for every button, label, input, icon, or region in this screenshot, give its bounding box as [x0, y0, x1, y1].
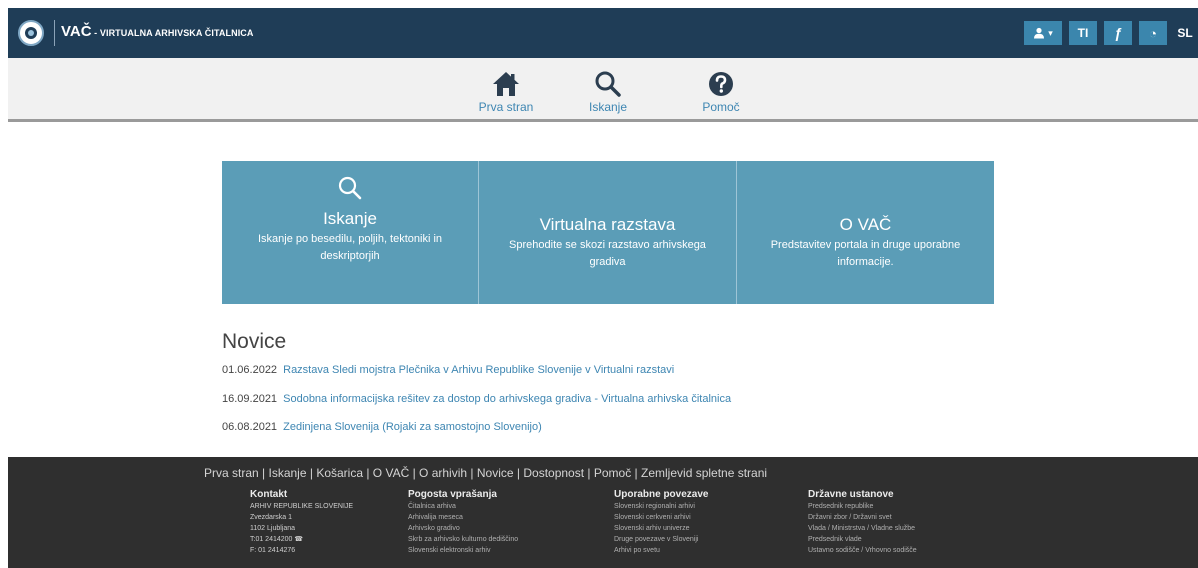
tile-search-desc: Iskanje po besedilu, poljih, tektoniki i… [257, 233, 443, 262]
language-button[interactable]: SL [1172, 21, 1198, 45]
brand-dash: - [91, 28, 100, 38]
footer-useful-heading: Uporabne povezave [614, 489, 709, 500]
footer-faq-link[interactable]: Slovenski elektronski arhiv [408, 545, 518, 556]
footer-contact: Kontakt ARHIV REPUBLIKE SLOVENIJE Zvezda… [250, 489, 353, 556]
footer-useful-links: Uporabne povezave Slovenski regionalni a… [614, 489, 708, 556]
footer-useful-link[interactable]: Arhivi po svetu [614, 545, 708, 556]
footer-link-archives[interactable]: O arhivih [419, 466, 467, 480]
footer-link-search[interactable]: Iskanje [268, 466, 306, 480]
tile-about[interactable]: O VAČ Predstavitev portala in druge upor… [737, 161, 994, 304]
chevron-down-icon: ▾ [1048, 27, 1053, 38]
language-label: SL [1177, 26, 1193, 40]
tile-virtual-exhibition[interactable]: Virtualna razstava Sprehodite se skozi r… [479, 161, 737, 304]
footer-institution-link[interactable]: Vlada / Ministrstva / Vladne službe [808, 523, 917, 534]
main-navigation: Prva stran Iskanje Pomoč [8, 58, 1198, 122]
nav-home-label: Prva stran [478, 100, 534, 114]
footer: Prva stran | Iskanje | Košarica | O VAČ … [8, 457, 1198, 568]
nav-search[interactable]: Iskanje [573, 70, 643, 114]
help-icon [709, 72, 733, 96]
footer-contact-line: ARHIV REPUBLIKE SLOVENIJE [250, 503, 354, 510]
footer-useful-link[interactable]: Slovenski regionalni arhivi [614, 501, 708, 512]
footer-institutions: Državne ustanove Predsednik republike Dr… [808, 489, 917, 556]
news-link[interactable]: Zedinjena Slovenija (Rojaki za samostojn… [283, 421, 542, 433]
text-size-icon: TI [1077, 26, 1089, 40]
news-item: 16.09.2021 Sodobna informacijska rešitev… [222, 393, 731, 405]
news-date: 16.09.2021 [222, 393, 278, 405]
footer-institution-link[interactable]: Predsednik vlade [808, 534, 917, 545]
home-icon [493, 72, 519, 96]
tile-spacer [737, 161, 994, 215]
contrast-button[interactable]: ◔ [1139, 21, 1167, 45]
text-size-button[interactable]: TI [1069, 21, 1097, 45]
footer-contact-line: Zvezdarska 1 [250, 514, 293, 521]
footer-link-home[interactable]: Prva stran [204, 466, 259, 480]
news-link[interactable]: Razstava Sledi mojstra Plečnika v Arhivu… [283, 364, 674, 376]
tile-exhibition-desc: Sprehodite se skozi razstavo arhivskega … [509, 239, 706, 268]
nav-home[interactable]: Prva stran [471, 70, 541, 114]
nav-help-label: Pomoč [702, 100, 740, 114]
tile-about-title: O VAČ [839, 215, 892, 234]
footer-institutions-heading: Državne ustanove [808, 489, 894, 500]
search-icon [338, 176, 362, 200]
tile-search-title: Iskanje [323, 209, 377, 228]
footer-link-help[interactable]: Pomoč [594, 466, 631, 480]
footer-links: Prva stran | Iskanje | Košarica | O VAČ … [204, 466, 768, 480]
news-date: 01.06.2022 [222, 364, 278, 376]
footer-useful-link[interactable]: Slovenski cerkveni arhivi [614, 512, 708, 523]
tile-search[interactable]: Iskanje Iskanje po besedilu, poljih, tek… [222, 161, 479, 304]
footer-useful-link[interactable]: Slovenski arhiv univerze [614, 523, 708, 534]
footer-link-accessibility[interactable]: Dostopnost [523, 466, 584, 480]
brand-separator [54, 20, 55, 46]
vac-logo-icon[interactable] [18, 20, 44, 46]
footer-institution-link[interactable]: Državni zbor / Državni svet [808, 512, 917, 523]
nav-search-label: Iskanje [588, 100, 628, 114]
news-heading: Novice [222, 330, 287, 353]
footer-faq-link[interactable]: Čitalnica arhiva [408, 501, 518, 512]
brand-subtitle: VIRTUALNA ARHIVSKA ČITALNICA [99, 28, 254, 38]
footer-faq-link[interactable]: Arhivsko gradivo [408, 523, 518, 534]
tile-about-desc: Predstavitev portala in druge uporabne i… [770, 239, 961, 268]
news-item: 06.08.2021 Zedinjena Slovenija (Rojaki z… [222, 421, 542, 433]
user-menu-button[interactable]: ▾ [1024, 21, 1062, 45]
footer-institution-link[interactable]: Predsednik republike [808, 501, 917, 512]
footer-faq-link[interactable]: Arhivalija meseca [408, 512, 518, 523]
news-link[interactable]: Sodobna informacijska rešitev za dostop … [283, 393, 731, 405]
footer-faq-heading: Pogosta vprašanja [408, 489, 497, 500]
footer-useful-link[interactable]: Druge povezave v Sloveniji [614, 534, 708, 545]
tile-exhibition-title: Virtualna razstava [539, 215, 676, 234]
footer-link-sitemap[interactable]: Zemljevid spletne strani [641, 466, 767, 480]
news-item: 01.06.2022 Razstava Sledi mojstra Plečni… [222, 364, 674, 376]
news-date: 06.08.2021 [222, 421, 278, 433]
footer-faq: Pogosta vprašanja Čitalnica arhiva Arhiv… [408, 489, 518, 556]
footer-faq-link[interactable]: Skrb za arhivsko kulturno dediščino [408, 534, 518, 545]
top-bar: VAČ - VIRTUALNA ARHIVSKA ČITALNICA ▾ TI … [8, 8, 1198, 58]
font-button[interactable]: ƒ [1104, 21, 1132, 45]
nav-help[interactable]: Pomoč [686, 70, 756, 114]
tile-spacer [479, 161, 736, 215]
footer-link-news[interactable]: Novice [477, 466, 514, 480]
footer-contact-line: 1102 Ljubljana [250, 525, 296, 532]
font-icon: ƒ [1114, 25, 1122, 41]
brand-main: VAČ [61, 23, 92, 40]
footer-institution-link[interactable]: Ustavno sodišče / Vrhovno sodišče [808, 545, 917, 556]
footer-contact-line: F: 01 2414276 [250, 547, 296, 554]
footer-link-cart[interactable]: Košarica [316, 466, 363, 480]
user-icon [1034, 27, 1045, 39]
brand-title[interactable]: VAČ - VIRTUALNA ARHIVSKA ČITALNICA [61, 23, 254, 41]
footer-contact-line: T:01 2414200 ☎ [250, 536, 304, 543]
search-icon [595, 71, 621, 97]
footer-contact-heading: Kontakt [250, 489, 288, 500]
contrast-icon: ◔ [1149, 25, 1157, 41]
footer-link-about[interactable]: O VAČ [373, 466, 409, 480]
